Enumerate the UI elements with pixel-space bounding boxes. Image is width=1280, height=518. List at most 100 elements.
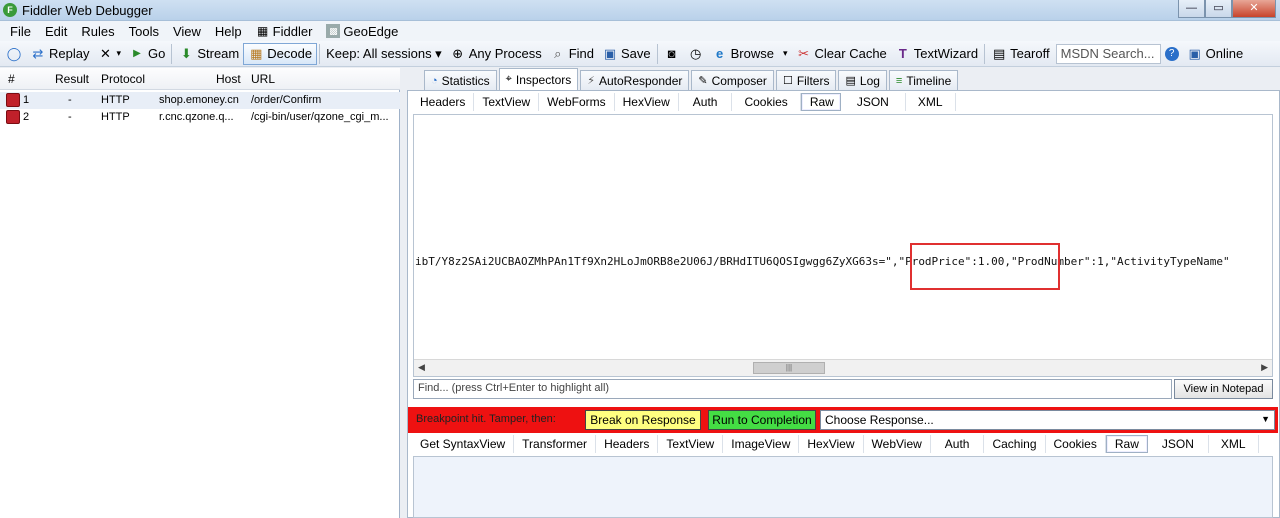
tearoff-button[interactable]: ▤ Tearoff <box>987 43 1054 65</box>
menu-fiddlerscript[interactable]: ▦ Fiddler <box>249 21 320 41</box>
session-row[interactable]: 1 - HTTP shop.emoney.cn /order/Confirm <box>0 92 400 109</box>
resp-tab-transformer[interactable]: Transformer <box>514 435 597 453</box>
menu-edit[interactable]: Edit <box>38 21 74 41</box>
log-icon: ▤ <box>845 75 856 87</box>
horizontal-scrollbar[interactable]: ◀ ||| ▶ <box>414 359 1272 376</box>
decode-icon: ▦ <box>250 45 263 61</box>
find-icon: ⌕ <box>554 45 562 61</box>
resp-tab-hexview[interactable]: HexView <box>799 435 864 453</box>
browse-button[interactable]: e Browse ▾ <box>708 43 792 65</box>
resp-tab-imageview[interactable]: ImageView <box>723 435 800 453</box>
resp-tab-json[interactable]: JSON <box>1148 435 1209 453</box>
main-tabs: ◔ Statistics ⌖ Inspectors ⚡ AutoResponder ✎… <box>404 68 1280 90</box>
resp-tab-syntaxview[interactable]: Get SyntaxView <box>412 435 515 453</box>
help-button[interactable]: ? <box>1161 43 1183 65</box>
maximize-button[interactable]: ▭ <box>1205 0 1232 18</box>
right-panel: ◔ Statistics ⌖ Inspectors ⚡ AutoResponder ✎… <box>404 68 1280 518</box>
camera-icon: ◙ <box>667 46 676 61</box>
resp-tab-caching[interactable]: Caching <box>984 435 1046 453</box>
menu-file[interactable]: File <box>3 21 38 41</box>
remove-button[interactable]: ✕ ▾ <box>93 43 125 65</box>
req-tab-headers[interactable]: Headers <box>412 93 475 111</box>
run-to-completion-button[interactable]: Run to Completion <box>708 410 816 430</box>
clear-cache-icon: ✂ <box>798 45 809 61</box>
tab-timeline[interactable]: ≡ Timeline <box>888 70 959 90</box>
tab-statistics[interactable]: ◔ Statistics <box>424 70 497 90</box>
col-host[interactable]: Host <box>216 72 241 86</box>
col-url[interactable]: URL <box>251 72 275 86</box>
x-icon: ✕ <box>100 45 111 61</box>
req-tab-textview[interactable]: TextView <box>474 93 540 111</box>
col-result[interactable]: Result <box>55 72 89 86</box>
scroll-right-icon[interactable]: ▶ <box>1261 362 1268 373</box>
lightning-icon: ⚡ <box>587 75 595 87</box>
resp-tab-webview[interactable]: WebView <box>864 435 931 453</box>
tab-log[interactable]: ▤ Log <box>838 70 887 90</box>
composer-icon: ✎ <box>698 75 708 87</box>
tab-inspectors[interactable]: ⌖ Inspectors <box>498 68 579 90</box>
any-process-button[interactable]: ⊕ Any Process <box>446 43 546 65</box>
play-icon: ▶ <box>133 48 141 59</box>
online-button[interactable]: ▣ Online <box>1183 43 1248 65</box>
textwizard-icon: T <box>898 46 907 61</box>
tab-composer[interactable]: ✎ Composer <box>691 70 774 90</box>
menu-tools[interactable]: Tools <box>122 21 166 41</box>
view-in-notepad-button[interactable]: View in Notepad <box>1174 379 1273 399</box>
response-raw-textarea[interactable] <box>413 456 1273 518</box>
tearoff-icon: ▤ <box>992 45 1006 61</box>
msdn-search-input[interactable]: MSDN Search... <box>1055 43 1161 64</box>
tab-filters[interactable]: ☐ Filters <box>775 70 837 90</box>
stream-button[interactable]: ⬇ Stream <box>174 43 243 65</box>
screenshot-button[interactable]: ◙ <box>660 43 684 65</box>
resp-tab-raw[interactable]: Raw <box>1105 435 1148 453</box>
req-tab-webforms[interactable]: WebForms <box>539 93 615 111</box>
col-num[interactable]: # <box>8 72 15 86</box>
menu-view[interactable]: View <box>166 21 208 41</box>
menu-geoedge[interactable]: ▩ GeoEdge <box>319 21 405 41</box>
clear-cache-button[interactable]: ✂ Clear Cache <box>792 43 891 65</box>
req-tab-json[interactable]: JSON <box>841 93 906 111</box>
response-tabs: Get SyntaxView Transformer Headers TextV… <box>412 434 1259 454</box>
minimize-button[interactable]: — <box>1178 0 1205 18</box>
chevron-down-icon: ▼ <box>1261 414 1270 424</box>
keep-sessions-dropdown[interactable]: Keep: All sessions ▾ <box>322 43 446 65</box>
timer-button[interactable]: ◷ <box>684 43 708 65</box>
resp-tab-auth[interactable]: Auth <box>931 435 985 453</box>
menu-help[interactable]: Help <box>208 21 249 41</box>
resp-tab-headers[interactable]: Headers <box>596 435 659 453</box>
req-tab-auth[interactable]: Auth <box>679 93 733 111</box>
req-tab-hexview[interactable]: HexView <box>615 93 679 111</box>
decode-button[interactable]: ▦ Decode <box>243 42 318 65</box>
menu-bar: File Edit Rules Tools View Help ▦ Fiddler… <box>0 21 1280 41</box>
textwizard-button[interactable]: T TextWizard <box>891 43 982 65</box>
ie-icon: e <box>716 46 724 61</box>
resp-tab-cookies[interactable]: Cookies <box>1046 435 1106 453</box>
scroll-thumb[interactable]: ||| <box>753 362 825 374</box>
go-button[interactable]: ▶ Go <box>125 43 169 65</box>
choose-response-dropdown[interactable]: Choose Response... ▼ <box>820 410 1275 430</box>
session-list: # Result Protocol Host URL 1 - HTTP shop… <box>0 68 400 518</box>
breakpoint-icon <box>6 93 20 107</box>
find-button[interactable]: ⌕ Find <box>546 43 598 65</box>
req-tab-cookies[interactable]: Cookies <box>732 93 801 111</box>
session-row[interactable]: 2 - HTTP r.cnc.qzone.q... /cgi-bin/user/… <box>0 109 400 126</box>
req-tab-raw[interactable]: Raw <box>800 93 841 111</box>
scroll-left-icon[interactable]: ◀ <box>418 362 425 373</box>
break-on-response-button[interactable]: Break on Response <box>585 410 701 430</box>
comment-button[interactable]: ◯ <box>2 43 26 65</box>
timer-icon: ◷ <box>689 45 702 61</box>
req-tab-xml[interactable]: XML <box>906 93 956 111</box>
resp-tab-xml[interactable]: XML <box>1209 435 1259 453</box>
col-protocol[interactable]: Protocol <box>101 72 145 86</box>
request-raw-textarea[interactable]: ibT/Y8z2SAi2UCBAOZMhPAn1Tf9Xn2HLoJmORB8e… <box>413 114 1273 377</box>
find-input[interactable]: Find... (press Ctrl+Enter to highlight a… <box>413 379 1172 399</box>
menu-rules[interactable]: Rules <box>74 21 121 41</box>
save-button[interactable]: ▣ Save <box>598 43 655 65</box>
close-button[interactable]: ✕ <box>1232 0 1276 18</box>
request-tabs: Headers TextView WebForms HexView Auth C… <box>412 92 956 112</box>
online-icon: ▣ <box>1188 45 1201 61</box>
breakpoint-bar: Breakpoint hit. Tamper, then: Break on R… <box>408 407 1278 433</box>
resp-tab-textview[interactable]: TextView <box>658 435 724 453</box>
tab-autoresponder[interactable]: ⚡ AutoResponder <box>580 70 690 90</box>
replay-button[interactable]: ⇄ Replay <box>26 43 93 65</box>
